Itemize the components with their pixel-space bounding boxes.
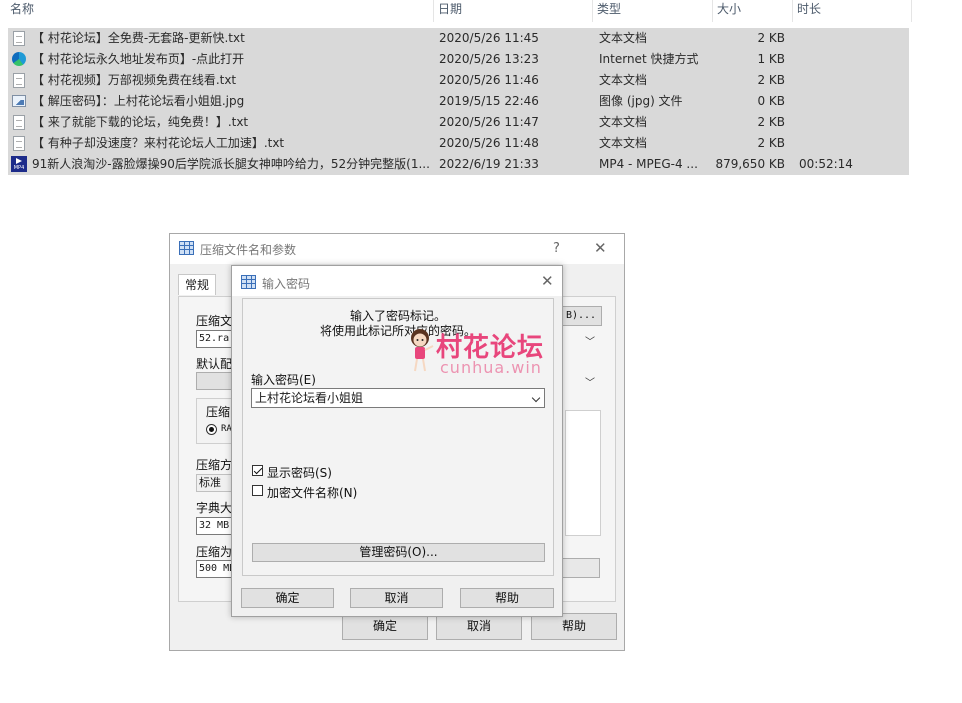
text-file-icon	[13, 31, 25, 46]
dialog-title: 压缩文件名和参数	[200, 243, 297, 257]
file-row[interactable]: 【 来了就能下载的论坛，纯免费！】.txt 2020/5/26 11:47 文本…	[8, 112, 909, 133]
column-header-name[interactable]: 名称	[6, 0, 434, 22]
file-list-header: 名称 日期 类型 大小 时长	[0, 0, 912, 22]
mp4-file-icon: MP4	[11, 156, 27, 172]
file-row[interactable]: 【 村花论坛永久地址发布页】-点此打开 2020/5/26 13:23 Inte…	[8, 49, 909, 70]
dialog-titlebar: 压缩文件名和参数 ? ✕	[170, 234, 624, 264]
watermark-url: cunhua.win	[440, 358, 542, 377]
options-panel	[565, 410, 601, 536]
file-name: 91新人浪淘沙-露脸爆操90后学院派长腿女神呻吟给力，52分钟完整版(1...	[32, 157, 430, 171]
winrar-grid-icon	[241, 275, 256, 289]
file-date: 2022/6/19 21:33	[439, 157, 539, 171]
column-header-size[interactable]: 大小	[713, 0, 793, 22]
winrar-grid-icon	[179, 241, 194, 255]
method-select[interactable]: 标准	[196, 474, 236, 492]
file-type: 文本文档	[599, 73, 648, 87]
file-date: 2020/5/26 11:48	[439, 136, 539, 150]
password-label: 输入密码(E)	[251, 373, 316, 387]
column-header-type[interactable]: 类型	[593, 0, 713, 22]
text-file-icon	[13, 115, 25, 130]
file-name: 【 有种子却没速度？来村花论坛人工加速】.txt	[32, 136, 285, 150]
file-size: 2 KB	[757, 73, 785, 87]
format-label: 压缩	[206, 405, 231, 419]
file-type: 文本文档	[599, 115, 648, 129]
image-file-icon	[12, 95, 26, 107]
file-type: 图像 (jpg) 文件	[599, 94, 683, 108]
file-list: 名称 日期 类型 大小 时长 【 村花论坛】全免费-无套路-更新快.txt 20…	[0, 0, 912, 178]
dictionary-label: 字典大	[196, 501, 233, 515]
cancel-button[interactable]: 取消	[350, 588, 443, 608]
show-password-label: 显示密码(S)	[267, 466, 332, 480]
encrypt-filenames-checkbox[interactable]	[252, 485, 263, 496]
dialog-title: 输入密码	[262, 277, 311, 291]
watermark-girl-logo	[411, 329, 434, 372]
column-header-date[interactable]: 日期	[434, 0, 593, 22]
file-name: 【 村花视频】万部视频免费在线看.txt	[32, 73, 237, 87]
file-row[interactable]: 【 解压密码】：上村花论坛看小姐姐.jpg 2019/5/15 22:46 图像…	[8, 91, 909, 112]
file-date: 2020/5/26 11:45	[439, 31, 539, 45]
show-password-checkbox[interactable]	[252, 465, 263, 476]
file-date: 2020/5/26 11:47	[439, 115, 539, 129]
file-size: 1 KB	[757, 52, 785, 66]
file-size: 2 KB	[757, 31, 785, 45]
archive-name-input[interactable]: 52.ra	[196, 330, 236, 348]
help-button[interactable]: 帮助	[531, 613, 617, 640]
file-row[interactable]: 【 村花论坛】全免费-无套路-更新快.txt 2020/5/26 11:45 文…	[8, 28, 909, 49]
method-label: 压缩方	[196, 458, 233, 472]
edge-shortcut-icon	[12, 52, 26, 66]
file-name: 【 村花论坛】全免费-无套路-更新快.txt	[32, 31, 245, 45]
archive-name-dropdown-chevron-icon[interactable]: ﹀	[585, 333, 595, 348]
file-date: 2019/5/15 22:46	[439, 94, 539, 108]
file-size: 2 KB	[757, 136, 785, 150]
file-name: 【 解压密码】：上村花论坛看小姐姐.jpg	[32, 94, 245, 108]
split-volumes-input[interactable]: 500 MB	[196, 560, 236, 578]
set-password-button[interactable]	[562, 558, 600, 578]
chevron-down-icon[interactable]	[531, 393, 541, 403]
help-icon[interactable]: ?	[553, 241, 560, 256]
dictionary-select[interactable]: 32 MB	[196, 517, 236, 535]
file-duration: 00:52:14	[799, 157, 853, 171]
ok-button[interactable]: 确定	[342, 613, 428, 640]
file-row[interactable]: 【 村花视频】万部视频免费在线看.txt 2020/5/26 11:46 文本文…	[8, 70, 909, 91]
cancel-button[interactable]: 取消	[436, 613, 522, 640]
tab-general[interactable]: 常规	[178, 274, 217, 295]
default-profile-label: 默认配	[196, 357, 233, 371]
ok-button[interactable]: 确定	[241, 588, 334, 608]
column-header-duration[interactable]: 时长	[793, 0, 912, 22]
split-volumes-label: 压缩为	[196, 545, 233, 559]
file-row[interactable]: 【 有种子却没速度？来村花论坛人工加速】.txt 2020/5/26 11:48…	[8, 133, 909, 154]
file-size: 2 KB	[757, 115, 785, 129]
close-icon[interactable]: ✕	[594, 239, 607, 257]
browse-button[interactable]: B)...	[560, 306, 602, 326]
password-input[interactable]: 上村花论坛看小姐姐	[251, 388, 545, 408]
file-size: 0 KB	[757, 94, 785, 108]
file-name: 【 村花论坛永久地址发布页】-点此打开	[32, 52, 245, 66]
help-button[interactable]: 帮助	[460, 588, 554, 608]
file-type: 文本文档	[599, 136, 648, 150]
file-size: 879,650 KB	[715, 157, 785, 171]
file-date: 2020/5/26 11:46	[439, 73, 539, 87]
format-rar-radio[interactable]	[206, 424, 217, 435]
file-date: 2020/5/26 13:23	[439, 52, 539, 66]
file-row[interactable]: MP4 91新人浪淘沙-露脸爆操90后学院派长腿女神呻吟给力，52分钟完整版(1…	[8, 154, 909, 175]
text-file-icon	[13, 73, 25, 88]
text-file-icon	[13, 136, 25, 151]
password-value: 上村花论坛看小姐姐	[255, 391, 364, 405]
encrypt-filenames-label: 加密文件名称(N)	[267, 486, 358, 500]
file-name: 【 来了就能下载的论坛，纯免费！】.txt	[32, 115, 249, 129]
manage-passwords-button[interactable]: 管理密码(O)...	[252, 543, 545, 562]
file-type: 文本文档	[599, 31, 648, 45]
archive-name-label: 压缩文	[196, 314, 233, 328]
close-icon[interactable]: ✕	[541, 272, 554, 290]
dialog-titlebar: 输入密码 ✕	[232, 266, 562, 296]
update-mode-chevron-icon[interactable]: ﹀	[585, 374, 595, 389]
file-type: MP4 - MPEG-4 ...	[599, 157, 698, 171]
file-type: Internet 快捷方式	[599, 52, 699, 66]
profiles-button[interactable]	[196, 372, 236, 390]
enter-password-dialog: 输入密码 ✕ 输入了密码标记。 将使用此标记所对应的密码。 输入密码(E) 上村…	[231, 265, 563, 617]
